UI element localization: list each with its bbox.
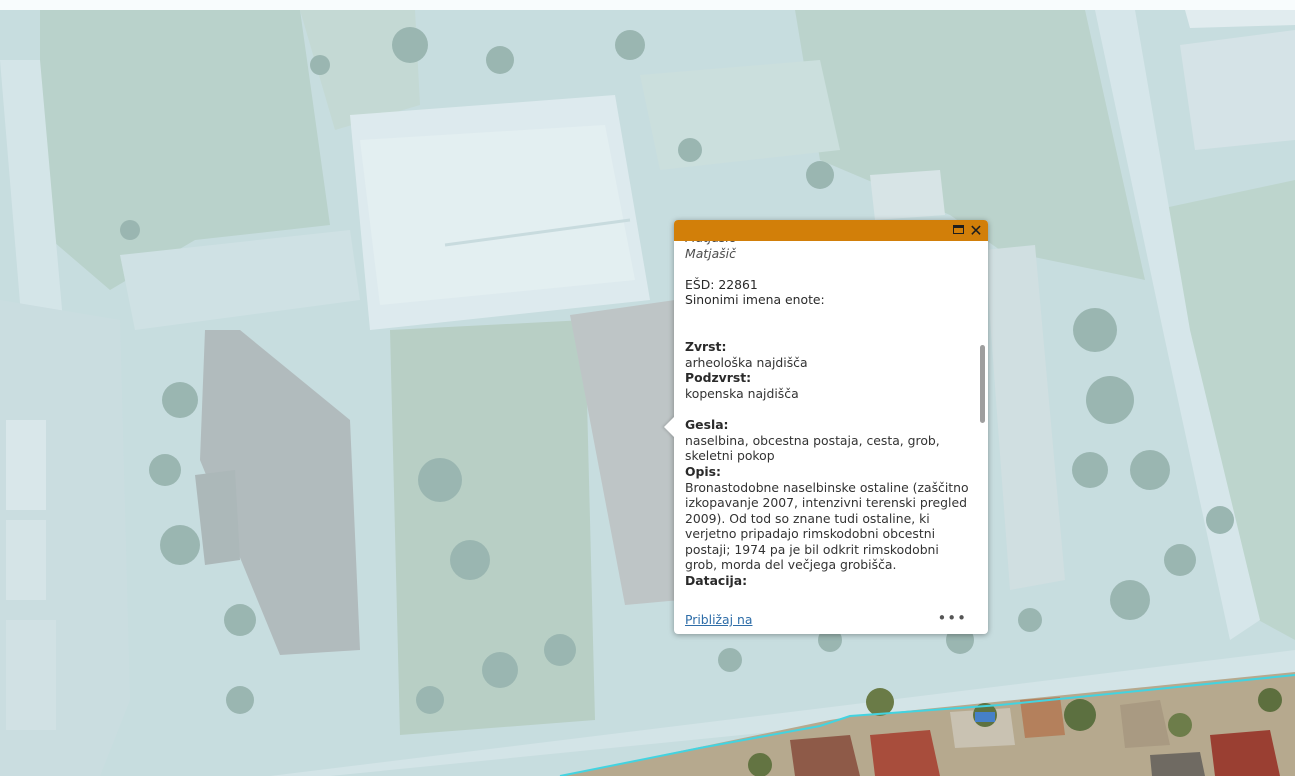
zvrst-label: Zvrst: (685, 339, 727, 355)
author-line-2: Matjašič (685, 245, 736, 261)
feature-popup: ✕ Matjašič Matjašič EŠD: 22861 Sinonimi … (664, 220, 988, 634)
opis-label: Opis: (685, 463, 721, 479)
synonyms-label: Sinonimi imena enote: (685, 292, 825, 308)
zvrst-value: arheološka najdišča (685, 354, 808, 370)
popup-body[interactable]: Matjašič Matjašič EŠD: 22861 Sinonimi im… (674, 241, 988, 608)
opis-value: Bronastodobne naselbinske ostaline (zašč… (685, 479, 969, 573)
popup-header: ✕ (674, 220, 988, 241)
gesla-value: naselbina, obcestna postaja, cesta, grob… (685, 432, 940, 464)
podzvrst-value: kopenska najdišča (685, 385, 799, 401)
popup-content: Matjašič Matjašič EŠD: 22861 Sinonimi im… (685, 241, 970, 589)
window-maximize-icon[interactable] (953, 225, 964, 234)
gesla-label: Gesla: (685, 417, 729, 433)
esd-number: EŠD: 22861 (685, 276, 758, 292)
zoom-to-link[interactable]: Približaj na (685, 612, 752, 627)
more-dots-icon[interactable]: ••• (937, 609, 967, 627)
popup-footer: Približaj na ••• (674, 608, 988, 634)
popup-scrollbar-track[interactable] (979, 241, 987, 608)
popup-scrollbar-thumb[interactable] (980, 345, 985, 423)
podzvrst-label: Podzvrst: (685, 370, 752, 386)
aerial-map[interactable] (0, 0, 1295, 776)
content-fade (674, 586, 978, 608)
close-icon[interactable]: ✕ (968, 221, 984, 240)
